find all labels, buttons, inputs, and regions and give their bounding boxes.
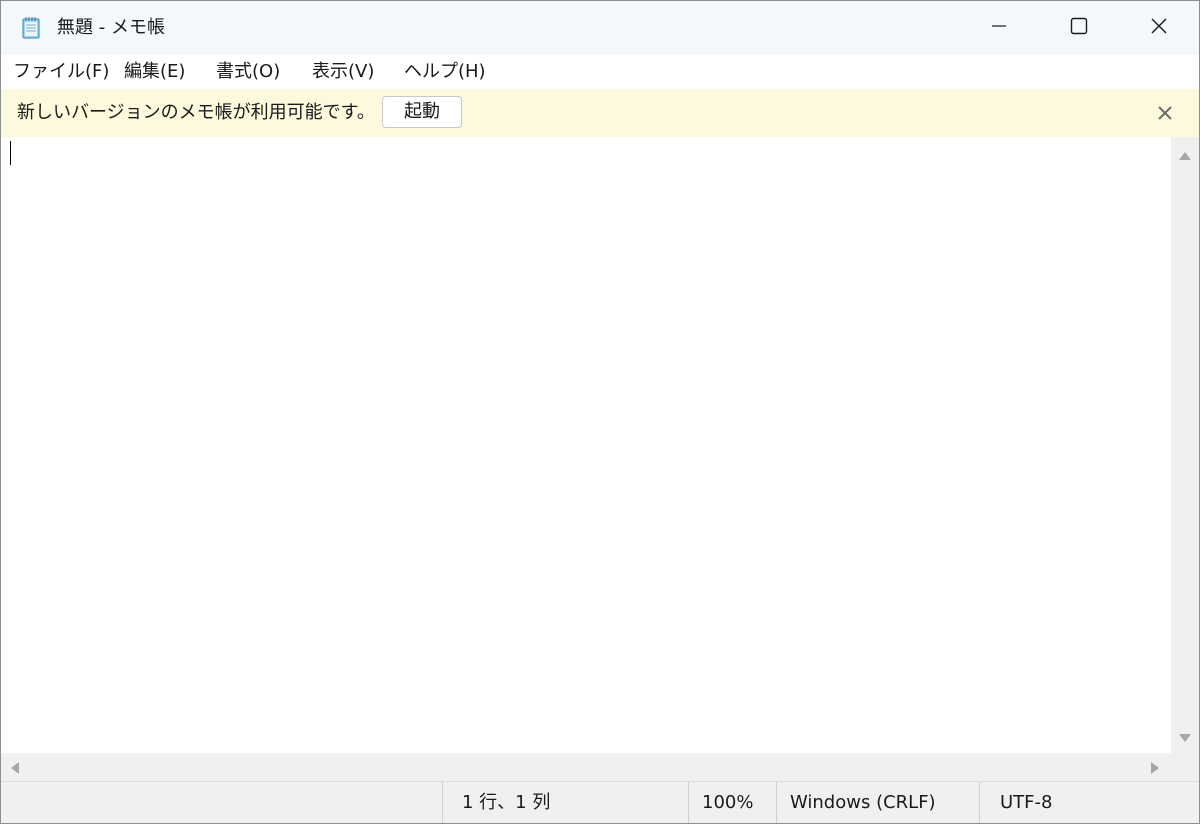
horizontal-scrollbar[interactable]: [1, 753, 1199, 781]
close-button[interactable]: [1119, 1, 1199, 55]
status-bar: 1 行、1 列 100% Windows (CRLF) UTF-8: [1, 781, 1199, 823]
scroll-down-icon[interactable]: [1178, 729, 1192, 748]
encoding: UTF-8: [1000, 792, 1053, 813]
line-ending: Windows (CRLF): [790, 792, 936, 813]
scroll-up-icon[interactable]: [1178, 147, 1192, 166]
scroll-right-icon[interactable]: [1149, 760, 1161, 779]
title-bar[interactable]: 無題 - メモ帳: [1, 1, 1199, 55]
status-divider: [776, 782, 777, 823]
menu-help[interactable]: ヘルプ(H): [404, 59, 486, 85]
maximize-button[interactable]: [1039, 1, 1119, 55]
status-divider: [979, 782, 980, 823]
text-editor[interactable]: [1, 137, 1171, 753]
status-divider: [688, 782, 689, 823]
close-icon[interactable]: [1155, 103, 1175, 123]
scroll-left-icon[interactable]: [9, 760, 21, 779]
menu-file[interactable]: ファイル(F): [13, 59, 109, 85]
launch-button[interactable]: 起動: [382, 96, 462, 128]
close-icon: [1150, 17, 1168, 39]
menu-edit[interactable]: 編集(E): [124, 59, 185, 85]
minimize-icon: [991, 18, 1007, 38]
notepad-window: 無題 - メモ帳 ファイル(F) 編集(E) 書式(O) 表示(V) ヘルプ(H…: [0, 0, 1200, 824]
menu-bar: ファイル(F) 編集(E) 書式(O) 表示(V) ヘルプ(H): [1, 55, 1199, 89]
text-caret: [10, 141, 11, 165]
maximize-icon: [1070, 17, 1088, 39]
menu-view[interactable]: 表示(V): [312, 59, 374, 85]
vertical-scrollbar[interactable]: [1171, 137, 1199, 753]
menu-format[interactable]: 書式(O): [216, 59, 280, 85]
status-divider: [442, 782, 443, 823]
notepad-icon: [19, 16, 43, 40]
window-title: 無題 - メモ帳: [57, 17, 165, 38]
zoom-level: 100%: [702, 792, 754, 813]
minimize-button[interactable]: [959, 1, 1039, 55]
update-notification-message: 新しいバージョンのメモ帳が利用可能です。: [17, 102, 375, 123]
cursor-position: 1 行、1 列: [462, 792, 551, 813]
update-notification-bar: 新しいバージョンのメモ帳が利用可能です。 起動: [1, 89, 1199, 137]
